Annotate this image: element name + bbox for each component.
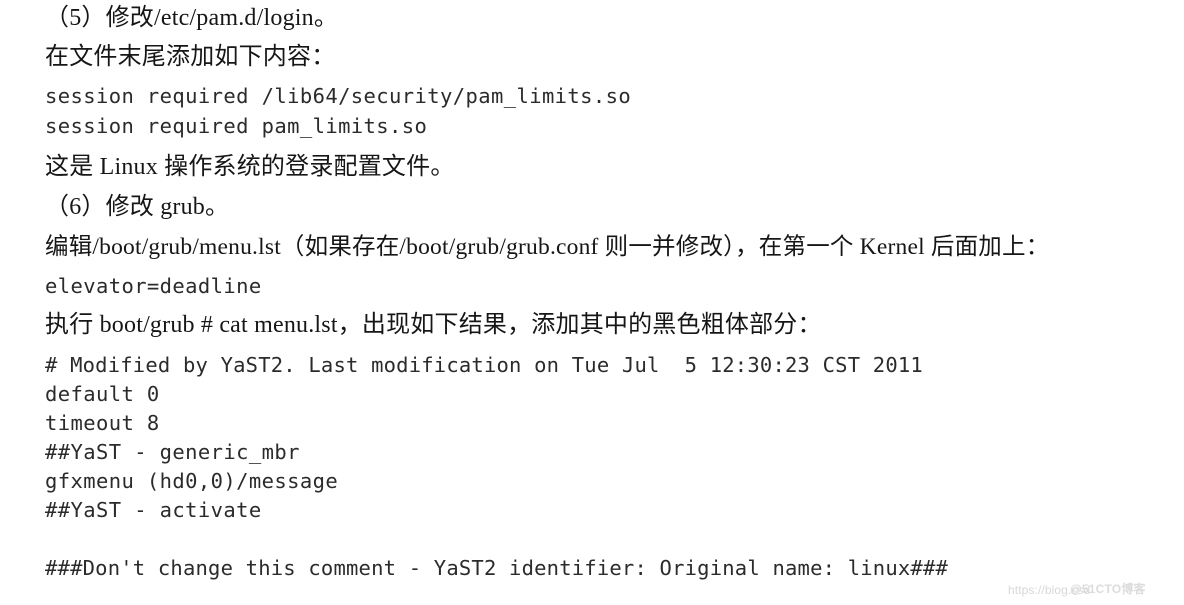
step5-heading: （5）修改/etc/pam.d/login。: [45, 5, 339, 31]
watermark-url: https://blog.csd: [1008, 583, 1091, 597]
grub-instruction: 编辑/boot/grub/menu.lst（如果存在/boot/grub/gru…: [45, 234, 1050, 260]
pam-config-line-1: session required /lib64/security/pam_lim…: [45, 84, 632, 108]
menulst-line-generic-mbr: ##YaST - generic_mbr: [45, 440, 300, 464]
pam-note: 这是 Linux 操作系统的登录配置文件。: [45, 154, 455, 180]
pam-config-line-2: session required pam_limits.so: [45, 114, 428, 138]
watermark-brand: @51CTO博客: [1070, 582, 1146, 596]
cat-instruction: 执行 boot/grub # cat menu.lst，出现如下结果，添加其中的…: [45, 312, 822, 338]
menulst-line-timeout: timeout 8: [45, 411, 160, 435]
menulst-line-modified-by: # Modified by YaST2. Last modification o…: [45, 353, 923, 377]
scanned-page: （5）修改/etc/pam.d/login。 在文件末尾添加如下内容： sess…: [0, 0, 1184, 605]
menulst-line-gfxmenu: gfxmenu (hd0,0)/message: [45, 469, 339, 493]
step5-instruction: 在文件末尾添加如下内容：: [45, 44, 336, 70]
menulst-line-dont-change-comment: ###Don't change this comment - YaST2 ide…: [45, 556, 949, 580]
step6-heading: （6）修改 grub。: [45, 194, 230, 220]
watermark: https://blog.csd @51CTO博客: [1008, 579, 1178, 601]
menulst-line-activate: ##YaST - activate: [45, 498, 262, 522]
elevator-line: elevator=deadline: [45, 274, 262, 298]
menulst-line-default: default 0: [45, 382, 160, 406]
